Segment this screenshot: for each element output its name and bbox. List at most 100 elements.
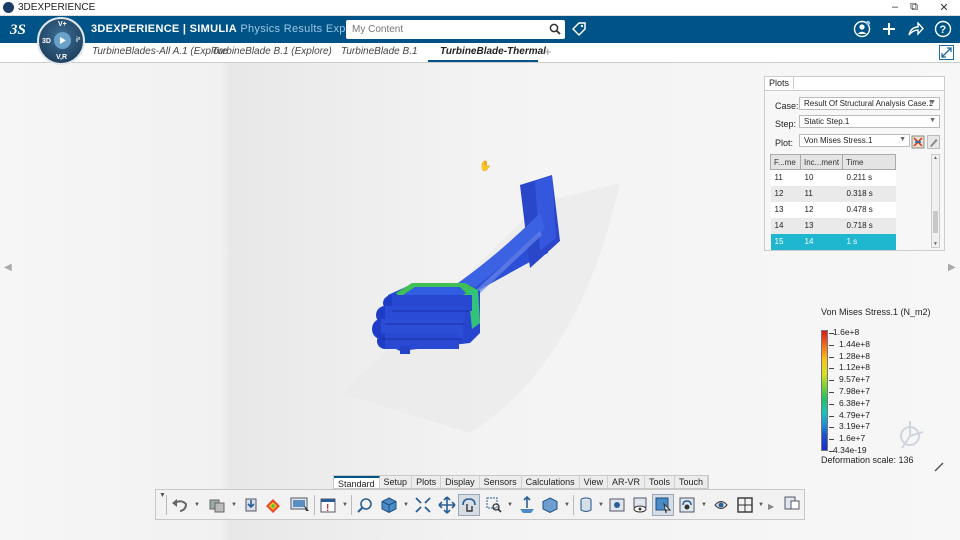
ds-logo-icon[interactable]: 3S [9,19,32,43]
tab-touch[interactable]: Touch [675,476,709,488]
plot-select[interactable]: Von Mises Stress.1 ▼ [799,134,910,147]
chevron-down-icon: ▼ [929,117,936,124]
help-icon[interactable]: ? [934,20,952,38]
column-header-increment[interactable]: Inc...ment [800,154,843,170]
tab-plots[interactable]: Plots [412,476,442,488]
legend-tick [829,368,834,370]
table-row[interactable]: 11 10 0.211 s [770,169,896,186]
app-switch-icon[interactable] [782,493,802,513]
fit-all-icon[interactable] [412,494,434,516]
tab-turbineblade-b1-explore[interactable]: TurbineBlade B.1 (Explore) [212,46,332,57]
chevron-down-icon[interactable]: ▼ [231,502,237,508]
tab-setup[interactable]: Setup [380,476,413,488]
left-panel-arrow-icon[interactable]: ◀ [4,262,12,273]
table-scrollbar[interactable]: ▲ ▼ [931,154,940,248]
pan-icon[interactable] [436,494,458,516]
select-icon[interactable] [652,494,674,516]
chevron-down-icon[interactable]: ▼ [701,502,707,508]
display-screen-icon[interactable] [289,494,311,516]
cylinder-icon[interactable] [575,494,597,516]
table-row[interactable]: 14 13 0.718 s [770,217,896,234]
right-panel-arrow-icon[interactable]: ▶ [948,262,956,273]
document-tab-bar: TurbineBlades-All A.1 (Explore TurbineBl… [0,43,960,63]
tab-ar-vr[interactable]: AR-VR [608,476,646,488]
step-select[interactable]: Static Step.1 ▼ [799,115,940,128]
legend-tick [829,403,834,405]
minimize-icon[interactable]: – [887,1,903,13]
axis-triad-icon[interactable] [896,418,926,455]
play-icon[interactable] [54,32,71,49]
layout-grid-icon[interactable] [734,494,756,516]
compass-bottom-label: V,R [56,54,68,61]
legend-tick [829,451,834,452]
add-icon[interactable] [880,20,898,38]
zoom-fit-icon[interactable] [354,494,376,516]
frames-table: F...me Inc...ment Time 11 10 0.211 s 12 … [770,154,896,250]
tab-tools[interactable]: Tools [645,476,676,488]
cell-frame: 15 [770,233,801,250]
plots-panel-tab[interactable]: Plots [765,77,795,89]
window-title: 3DEXPERIENCE [18,2,96,13]
edit-plot-icon[interactable] [927,135,940,149]
restore-icon[interactable]: ⧉ [906,1,922,14]
legend-label: 9.57e+7 [839,374,870,385]
close-icon[interactable]: ✕ [936,1,952,14]
collapse-toolbar-icon[interactable]: ▼ [159,492,166,499]
tab-display[interactable]: Display [441,476,480,488]
case-select[interactable]: Result Of Structural Analysis Case.1 ▼ [799,97,940,110]
table-row-selected[interactable]: 15 14 1 s [770,233,896,250]
table-row[interactable]: 12 11 0.318 s [770,185,896,202]
column-header-time[interactable]: Time [842,154,896,170]
legend-label: 3.19e+7 [839,421,870,432]
normal-view-icon[interactable] [516,494,538,516]
product-structure-icon[interactable] [206,494,228,516]
search-icon[interactable] [549,23,561,38]
refresh-view-icon[interactable] [676,494,698,516]
hide-show-icon[interactable] [629,494,651,516]
view-cube-icon[interactable] [378,494,400,516]
alert-icon[interactable]: ! [317,494,339,516]
tab-turbineblade-thermal[interactable]: TurbineBlade-Thermal [440,46,546,57]
tab-standard[interactable]: Standard [334,476,380,489]
plot-options-icon[interactable] [911,135,925,149]
tab-sensors[interactable]: Sensors [480,476,522,488]
toolbar-more-icon[interactable]: ▶ [768,502,774,511]
table-row[interactable]: 13 12 0.478 s [770,201,896,218]
tab-view[interactable]: View [580,476,609,488]
user-icon[interactable] [853,20,871,38]
add-tab-icon[interactable]: + [544,44,552,59]
tag-icon[interactable] [571,21,587,40]
deformation-scale: Deformation scale: 136 [821,455,914,465]
scroll-up-icon[interactable]: ▲ [933,155,938,161]
chevron-down-icon[interactable]: ▼ [194,502,200,508]
undo-icon[interactable] [169,494,191,516]
shading-icon[interactable] [539,494,561,516]
capture-icon[interactable] [606,494,628,516]
results-contour-icon[interactable] [262,494,284,516]
save-icon[interactable] [240,494,262,516]
tab-turbineblade-b1[interactable]: TurbineBlade B.1 [341,46,418,57]
top-bar: 3S 3DEXPERIENCE | SIMULIA Physics Result… [0,16,960,43]
scroll-down-icon[interactable]: ▼ [933,241,938,247]
share-icon[interactable] [907,20,925,38]
chevron-down-icon[interactable]: ▼ [403,502,409,508]
resize-handle-icon[interactable] [934,462,944,475]
search-input[interactable] [346,20,536,39]
tab-turbineblades-all[interactable]: TurbineBlades-All A.1 (Explore [92,46,228,57]
cell-increment: 12 [800,201,843,218]
search-box[interactable] [346,20,565,39]
scrollbar-thumb[interactable] [933,211,938,233]
chevron-down-icon[interactable]: ▼ [598,502,604,508]
tab-calculations[interactable]: Calculations [522,476,580,488]
app-icon [3,2,14,13]
rotate-icon[interactable] [458,494,480,516]
chevron-down-icon[interactable]: ▼ [507,502,513,508]
chevron-down-icon[interactable]: ▼ [342,502,348,508]
chevron-down-icon[interactable]: ▼ [564,502,570,508]
column-header-frame[interactable]: F...me [770,154,801,170]
expand-icon[interactable] [939,45,954,60]
chevron-down-icon[interactable]: ▼ [758,502,764,508]
camera-icon[interactable] [710,494,732,516]
compass-widget[interactable]: 3D V+ i² V,R [37,17,85,65]
zoom-area-icon[interactable] [483,494,505,516]
